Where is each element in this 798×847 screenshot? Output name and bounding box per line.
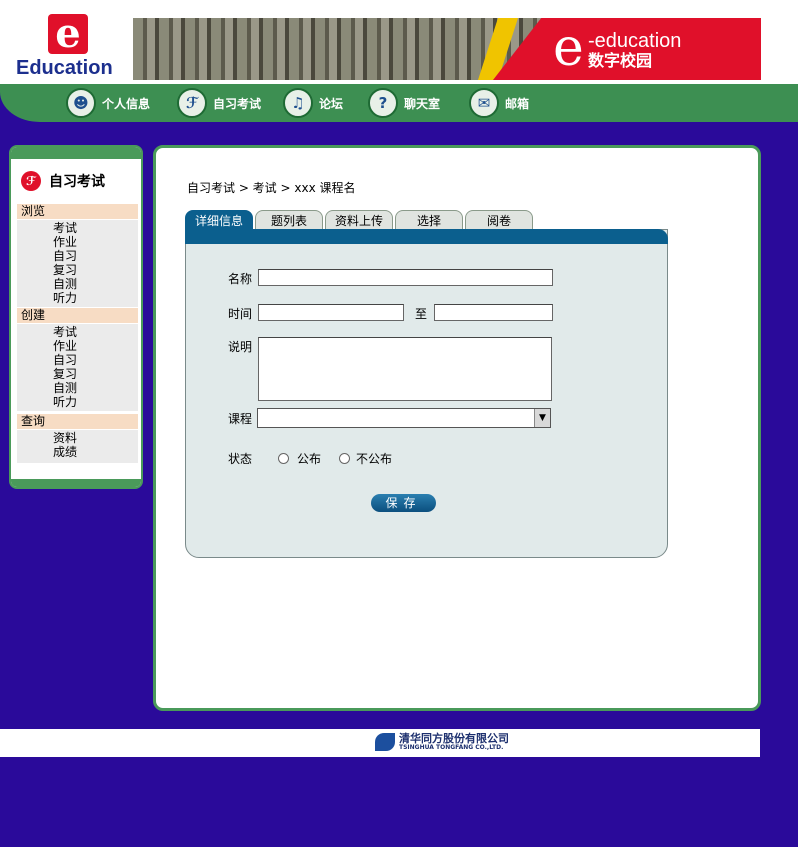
sidebar-title-text: 自习考试 bbox=[49, 174, 105, 190]
sidebar-item[interactable]: 自习 bbox=[17, 249, 138, 263]
tab-grading[interactable]: 阅卷 bbox=[465, 210, 533, 230]
time-label: 时间 bbox=[228, 307, 253, 321]
name-label: 名称 bbox=[228, 272, 253, 286]
banner-subtitle: 数字校园 bbox=[588, 51, 653, 70]
save-button[interactable]: 保存 bbox=[371, 494, 436, 512]
exam-icon: ℱ bbox=[21, 171, 41, 191]
tab-details[interactable]: 详细信息 bbox=[185, 210, 253, 230]
nav-item-exam[interactable]: ℱ 自习考试 bbox=[177, 88, 261, 118]
header-banner: e -education 数字校园 bbox=[133, 18, 761, 80]
sidebar-item[interactable]: 听力 bbox=[17, 395, 138, 409]
sidebar-item[interactable]: 成绩 bbox=[17, 445, 138, 459]
chat-icon: ? bbox=[368, 88, 398, 118]
company-name-cn: 清华同方股份有限公司 bbox=[399, 732, 509, 745]
sidebar-item[interactable]: 听力 bbox=[17, 291, 138, 305]
status-public-radio[interactable] bbox=[278, 453, 289, 464]
banner-e-letter: e bbox=[553, 18, 584, 78]
breadcrumb: 自习考试 > 考试 > xxx 课程名 bbox=[187, 181, 356, 195]
education-logo[interactable]: e Education bbox=[16, 14, 122, 80]
sidebar-query-list: 资料 成绩 bbox=[17, 430, 138, 463]
sidebar-bottom-bar bbox=[11, 479, 141, 487]
sidebar-section-browse[interactable]: 浏览 bbox=[17, 204, 138, 219]
tongfang-logo: 清华同方股份有限公司 TSINGHUA TONGFANG CO.,LTD. bbox=[375, 733, 509, 751]
nav-label: 论坛 bbox=[319, 96, 344, 111]
time-to-label: 至 bbox=[415, 307, 428, 321]
description-label: 说明 bbox=[228, 340, 253, 354]
nav-item-forum[interactable]: ♫ 论坛 bbox=[283, 88, 343, 118]
sidebar: ℱ 自习考试 浏览 考试 作业 自习 复习 自测 听力 创建 考试 作业 自习 … bbox=[9, 145, 143, 489]
nav-label: 邮箱 bbox=[505, 96, 530, 111]
course-select[interactable]: ▼ bbox=[257, 408, 551, 428]
time-start-field[interactable] bbox=[258, 304, 404, 321]
banner-title: -education bbox=[588, 30, 682, 52]
sidebar-item[interactable]: 作业 bbox=[17, 235, 138, 249]
company-name-en: TSINGHUA TONGFANG CO.,LTD. bbox=[399, 744, 504, 751]
sidebar-item[interactable]: 自测 bbox=[17, 381, 138, 395]
tab-question-list[interactable]: 题列表 bbox=[255, 210, 323, 230]
nav-item-profile[interactable]: ☻ 个人信息 bbox=[66, 88, 150, 118]
status-label: 状态 bbox=[228, 452, 253, 466]
tongfang-logo-icon bbox=[375, 733, 395, 751]
sidebar-create-list: 考试 作业 自习 复习 自测 听力 bbox=[17, 324, 138, 411]
time-end-field[interactable] bbox=[434, 304, 553, 321]
logo-e-mark: e bbox=[48, 14, 88, 54]
sidebar-item[interactable]: 复习 bbox=[17, 367, 138, 381]
course-label: 课程 bbox=[228, 412, 253, 426]
chevron-down-icon[interactable]: ▼ bbox=[534, 409, 550, 427]
nav-item-chat[interactable]: ? 聊天室 bbox=[368, 88, 440, 118]
panel-header-bar bbox=[185, 229, 668, 244]
mail-icon: ✉ bbox=[469, 88, 499, 118]
sidebar-item[interactable]: 考试 bbox=[17, 221, 138, 235]
nav-label: 自习考试 bbox=[213, 96, 262, 111]
tab-select[interactable]: 选择 bbox=[395, 210, 463, 230]
status-private-label: 不公布 bbox=[356, 452, 393, 466]
status-public-label: 公布 bbox=[297, 452, 322, 466]
sidebar-title: ℱ 自习考试 bbox=[21, 171, 105, 191]
course-selected-value bbox=[258, 411, 261, 424]
sidebar-section-create[interactable]: 创建 bbox=[17, 308, 138, 323]
status-private-radio[interactable] bbox=[339, 453, 350, 464]
description-field[interactable] bbox=[258, 337, 552, 401]
person-icon: ☻ bbox=[66, 88, 96, 118]
logo-text: Education bbox=[16, 57, 113, 79]
sidebar-item[interactable]: 复习 bbox=[17, 263, 138, 277]
sidebar-item[interactable]: 自测 bbox=[17, 277, 138, 291]
sidebar-section-query[interactable]: 查询 bbox=[17, 414, 138, 429]
sidebar-item[interactable]: 作业 bbox=[17, 339, 138, 353]
name-field[interactable] bbox=[258, 269, 553, 286]
footer: 清华同方股份有限公司 TSINGHUA TONGFANG CO.,LTD. bbox=[0, 729, 760, 757]
exam-icon: ℱ bbox=[177, 88, 207, 118]
nav-label: 聊天室 bbox=[404, 96, 441, 111]
tongfang-logo-text: 清华同方股份有限公司 TSINGHUA TONGFANG CO.,LTD. bbox=[399, 733, 509, 751]
tab-upload[interactable]: 资料上传 bbox=[325, 210, 393, 230]
sidebar-item[interactable]: 自习 bbox=[17, 353, 138, 367]
sidebar-item[interactable]: 资料 bbox=[17, 431, 138, 445]
nav-label: 个人信息 bbox=[102, 96, 151, 111]
sidebar-top-bar bbox=[11, 147, 141, 159]
microphone-icon: ♫ bbox=[283, 88, 313, 118]
sidebar-item[interactable]: 考试 bbox=[17, 325, 138, 339]
sidebar-browse-list: 考试 作业 自习 复习 自测 听力 bbox=[17, 220, 138, 307]
nav-item-mail[interactable]: ✉ 邮箱 bbox=[469, 88, 529, 118]
